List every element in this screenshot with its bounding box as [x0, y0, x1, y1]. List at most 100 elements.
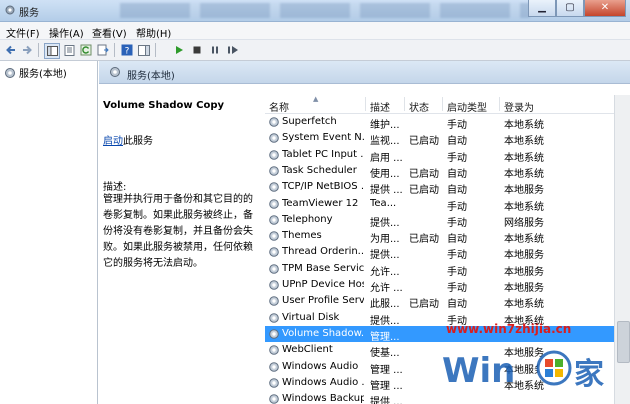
- pause-service-icon[interactable]: [208, 43, 222, 57]
- cell-status: 已启动: [409, 234, 439, 246]
- services-app-icon: [5, 5, 15, 15]
- service-gear-icon: [269, 263, 279, 274]
- menu-help[interactable]: 帮助(H): [136, 25, 171, 40]
- column-divider[interactable]: [404, 97, 405, 111]
- cell-startup-type: 手动: [447, 250, 467, 262]
- table-row[interactable]: User Profile Serv... 此服... 已启动自动 本地系统: [265, 293, 614, 311]
- cell-log-on-as: 本地系统: [504, 120, 544, 131]
- show-hide-tree-icon[interactable]: [44, 43, 60, 59]
- cell-name: System Event N...: [282, 132, 364, 144]
- minimize-button[interactable]: ▁: [528, 0, 556, 17]
- menu-bar: 文件(F) 操作(A) 查看(V) 帮助(H): [0, 22, 630, 40]
- cell-description: 允许...: [370, 266, 400, 278]
- vertical-scrollbar[interactable]: [614, 95, 630, 404]
- cell-name: Windows Backup: [282, 393, 364, 404]
- column-header-status[interactable]: 状态: [409, 99, 429, 114]
- service-gear-icon: [269, 117, 279, 127]
- cell-name: Themes: [282, 230, 322, 242]
- start-service-line: 启动此服务: [103, 132, 153, 147]
- forward-icon[interactable]: [20, 43, 34, 57]
- maximize-button[interactable]: ▢: [556, 0, 584, 17]
- table-row[interactable]: Themes 为用... 已启动 自动 本地系统: [265, 228, 614, 246]
- cell-log-on-as: 本地系统: [504, 234, 544, 246]
- cell-name: Superfetch: [282, 116, 337, 127]
- table-row[interactable]: System Event N... 监视... 已启动 自动 本地系统: [265, 130, 614, 148]
- column-divider[interactable]: [499, 97, 500, 111]
- cell-status: 已启动: [409, 299, 439, 311]
- description-text: 管理并执行用于备份和其它目的的卷影复制。如果此服务被终止，备份将没有卷影复制，并…: [103, 194, 253, 269]
- cell-status: 已启动: [409, 136, 439, 148]
- cell-description: 允许 ...: [370, 283, 403, 294]
- service-description-panel: Volume Shadow Copy 启动此服务 描述: 管理并执行用于备份和其…: [99, 84, 264, 404]
- export-list-icon[interactable]: [96, 43, 110, 57]
- stop-service-icon[interactable]: [190, 43, 204, 57]
- start-service-icon[interactable]: [172, 43, 186, 57]
- table-row[interactable]: Superfetch 维护... 手动 本地系统: [265, 114, 614, 131]
- table-row[interactable]: Telephony 提供... 手动 网络服务: [265, 212, 614, 229]
- column-header-startup-type[interactable]: 启动类型: [447, 99, 487, 114]
- back-icon[interactable]: [4, 43, 18, 57]
- table-row[interactable]: WebClient 使基... 本地服务: [265, 342, 614, 360]
- menu-action[interactable]: 操作(A): [49, 25, 84, 40]
- cell-startup-type: 自动: [447, 234, 467, 246]
- cell-startup-type: 手动: [447, 201, 467, 213]
- cell-description: 使用...: [370, 168, 400, 180]
- cell-status: 已启动: [409, 185, 439, 197]
- table-row[interactable]: Windows Audio 管理 ... 本地服务: [265, 359, 614, 376]
- cell-startup-type: 自动: [447, 185, 467, 197]
- column-divider[interactable]: [365, 97, 366, 111]
- list-header: ▲ 名称 描述 状态 启动类型 登录为: [265, 95, 614, 114]
- cell-description: 维护...: [370, 120, 400, 131]
- service-gear-icon: [269, 377, 279, 388]
- toolbar: ?: [0, 40, 630, 61]
- window-title: 服务: [19, 8, 39, 19]
- service-gear-icon: [269, 166, 279, 176]
- properties-icon[interactable]: [62, 43, 76, 57]
- svg-text:?: ?: [125, 47, 130, 57]
- table-row[interactable]: TCP/IP NetBIOS ... 提供 ... 已启动 自动 本地服务: [265, 179, 614, 197]
- column-header-log-on-as[interactable]: 登录为: [504, 99, 534, 114]
- table-row[interactable]: Windows Audio ... 管理 ... 本地系统: [265, 375, 614, 392]
- services-gear-icon: [110, 67, 120, 77]
- table-row[interactable]: TPM Base Servic... 允许... 手动 本地服务: [265, 261, 614, 278]
- table-row[interactable]: Task Scheduler 使用... 已启动 自动 本地系统: [265, 163, 614, 180]
- close-button[interactable]: ✕: [584, 0, 626, 17]
- column-header-description[interactable]: 描述: [370, 99, 390, 114]
- cell-log-on-as: 本地系统: [504, 136, 544, 148]
- refresh-icon[interactable]: [79, 43, 93, 57]
- table-row[interactable]: Windows Backup 提供 ...: [265, 391, 614, 404]
- cell-log-on-as: 本地服务: [504, 250, 544, 262]
- table-row[interactable]: UPnP Device Host 允许 ... 手动 本地服务: [265, 277, 614, 294]
- tree-item-services-local[interactable]: 服务(本地): [4, 65, 67, 80]
- table-row[interactable]: Virtual Disk 提供... 手动 本地系统: [265, 310, 614, 327]
- cell-description: Tea...: [370, 197, 397, 209]
- column-divider[interactable]: [442, 97, 443, 111]
- table-row[interactable]: TeamViewer 12 Tea... 手动 本地系统: [265, 196, 614, 213]
- cell-log-on-as: 本地系统: [504, 201, 544, 213]
- restart-service-icon[interactable]: [226, 43, 240, 57]
- window-controls: ▁ ▢ ✕: [528, 0, 626, 17]
- column-header-name[interactable]: 名称: [269, 99, 289, 114]
- cell-log-on-as: 本地服务: [504, 185, 544, 197]
- table-row[interactable]: Volume Shadow... 管理...: [265, 325, 614, 343]
- action-pane-icon[interactable]: [137, 43, 151, 57]
- table-row[interactable]: Thread Orderin... 提供... 手动 本地服务: [265, 244, 614, 262]
- scrollbar-thumb[interactable]: [617, 321, 630, 363]
- console-tree: 服务(本地): [0, 61, 98, 404]
- start-service-link[interactable]: 启动: [103, 136, 123, 147]
- cell-log-on-as: 本地服务: [504, 348, 544, 360]
- help-icon[interactable]: ?: [120, 43, 134, 57]
- table-row[interactable]: Tablet PC Input ... 启用 ... 手动 本地系统: [265, 147, 614, 164]
- cell-name: TPM Base Servic...: [282, 262, 364, 274]
- cell-description: 启用 ...: [370, 152, 403, 164]
- cell-log-on-as: 网络服务: [504, 217, 544, 229]
- cell-name: Volume Shadow...: [282, 327, 364, 339]
- menu-file[interactable]: 文件(F): [6, 25, 40, 40]
- cell-startup-type: 手动: [447, 315, 467, 327]
- cell-startup-type: 手动: [447, 283, 467, 294]
- service-gear-icon: [269, 345, 279, 355]
- cell-name: TeamViewer 12: [282, 197, 359, 209]
- cell-description: 提供 ...: [370, 185, 403, 197]
- selected-service-name: Volume Shadow Copy: [103, 100, 224, 111]
- menu-view[interactable]: 查看(V): [92, 25, 127, 40]
